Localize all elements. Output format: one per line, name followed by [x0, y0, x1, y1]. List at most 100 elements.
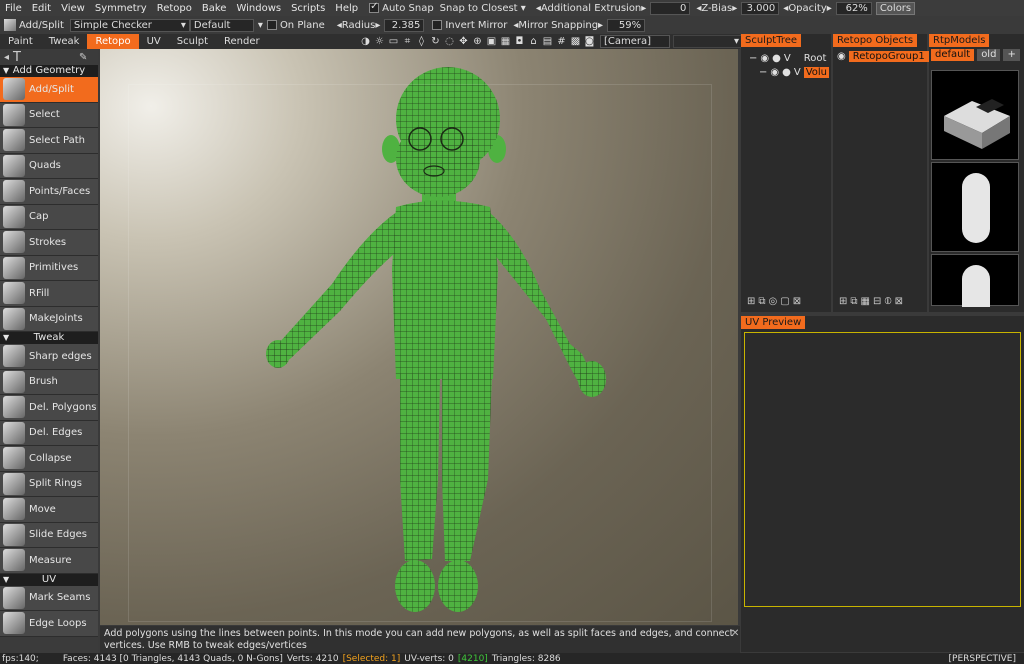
- tool-add_geometry-0[interactable]: Add/Split: [0, 77, 98, 103]
- menu-retopo[interactable]: Retopo: [152, 3, 197, 14]
- tab-sculpt[interactable]: Sculpt: [169, 34, 216, 49]
- menu-symmetry[interactable]: Symmetry: [90, 3, 152, 14]
- delete-icon[interactable]: ⊠: [793, 296, 801, 307]
- merge-icon[interactable]: ⊟: [873, 296, 881, 307]
- home-icon[interactable]: ⌂: [528, 36, 539, 47]
- tool-tweak-3[interactable]: Del. Edges: [0, 420, 98, 446]
- collapse-icon[interactable]: −: [749, 53, 757, 64]
- zoom-icon[interactable]: ⊕: [472, 36, 483, 47]
- tool-add_geometry-3[interactable]: Quads: [0, 153, 98, 179]
- eye-icon[interactable]: ◉: [770, 67, 779, 78]
- sphere-icon[interactable]: ◎: [769, 296, 778, 307]
- opacity-input[interactable]: 62%: [835, 1, 872, 15]
- v-icon[interactable]: V: [794, 67, 801, 78]
- grid-icon[interactable]: ▦: [500, 36, 511, 47]
- pan-icon[interactable]: ✥: [458, 36, 469, 47]
- colors-button[interactable]: Colors: [875, 1, 916, 15]
- tool-add_geometry-9[interactable]: MakeJoints: [0, 306, 98, 332]
- symmetry-icon[interactable]: ⦶: [884, 296, 891, 307]
- add-icon[interactable]: ⊞: [747, 296, 755, 307]
- drop-icon[interactable]: ◊: [416, 36, 427, 47]
- auto-snap-checkbox[interactable]: [369, 1, 380, 13]
- tool-add_geometry-7[interactable]: Primitives: [0, 255, 98, 281]
- rotate-icon[interactable]: ↻: [430, 36, 441, 47]
- uv-preview-canvas[interactable]: [744, 332, 1021, 607]
- delete-icon[interactable]: ⊠: [895, 296, 903, 307]
- tool-tweak-4[interactable]: Collapse: [0, 446, 98, 472]
- dot-icon[interactable]: ●: [782, 67, 791, 78]
- sculpt-tree-title[interactable]: SculptTree: [741, 34, 802, 47]
- model-thumb-block[interactable]: [931, 70, 1019, 160]
- uv-preview-title[interactable]: UV Preview: [741, 316, 806, 329]
- orbit-icon[interactable]: ◌: [444, 36, 455, 47]
- tool-tweak-2[interactable]: Del. Polygons: [0, 395, 98, 421]
- tool-tweak-0[interactable]: Sharp edges: [0, 344, 98, 370]
- menu-file[interactable]: File: [0, 3, 27, 14]
- close-icon[interactable]: ✕: [731, 628, 739, 639]
- menu-scripts[interactable]: Scripts: [286, 3, 330, 14]
- model-thumb-capsule[interactable]: [931, 162, 1019, 252]
- shading-icon[interactable]: ◑: [360, 36, 371, 47]
- text-tool-icon[interactable]: T: [13, 50, 21, 65]
- preset-dropdown-arrow[interactable]: ▾: [258, 20, 263, 31]
- menu-bake[interactable]: Bake: [197, 3, 232, 14]
- section-add-geometry[interactable]: ▼ Add Geometry: [0, 65, 98, 77]
- model-thumb-capsule-2[interactable]: [931, 254, 1019, 325]
- menu-help[interactable]: Help: [330, 3, 363, 14]
- tool-uv-0[interactable]: Mark Seams: [0, 585, 98, 611]
- frame-icon[interactable]: ▭: [388, 36, 399, 47]
- eye-icon[interactable]: ◉: [837, 51, 846, 62]
- eye-icon[interactable]: ◉: [760, 53, 769, 64]
- camera-dropdown[interactable]: [Camera]: [600, 35, 670, 48]
- on-plane-checkbox[interactable]: [266, 20, 277, 30]
- tool-tweak-8[interactable]: Measure: [0, 548, 98, 574]
- copy-icon[interactable]: ⧉: [850, 296, 857, 307]
- fit-icon[interactable]: ▣: [486, 36, 497, 47]
- dot-icon[interactable]: ●: [772, 53, 781, 64]
- chevron-right-icon[interactable]: ▸: [641, 3, 646, 14]
- snapshot-icon[interactable]: ◙: [584, 36, 595, 47]
- tab-retopo[interactable]: Retopo: [87, 34, 139, 49]
- rtp-tab-default[interactable]: default: [931, 49, 975, 61]
- section-tweak[interactable]: ▼ Tweak: [0, 332, 98, 344]
- zbias-input[interactable]: 3.000: [741, 1, 780, 15]
- mesh-icon[interactable]: #: [556, 36, 567, 47]
- menu-windows[interactable]: Windows: [231, 3, 286, 14]
- cube-icon[interactable]: ▤: [542, 36, 553, 47]
- add-icon[interactable]: ⊞: [839, 296, 847, 307]
- tool-tweak-1[interactable]: Brush: [0, 369, 98, 395]
- copy-icon[interactable]: ⧉: [758, 296, 765, 307]
- additional-extrusion-input[interactable]: 0: [650, 1, 691, 15]
- preset-dropdown[interactable]: Default: [189, 18, 254, 32]
- tree-row-volume[interactable]: − ◉ ● V Volu: [741, 67, 831, 78]
- image-icon[interactable]: ▩: [570, 36, 581, 47]
- menu-edit[interactable]: Edit: [27, 3, 56, 14]
- invert-mirror-checkbox[interactable]: [432, 20, 443, 30]
- material-dropdown[interactable]: Simple Checker ▾: [69, 18, 190, 32]
- rtp-models-title[interactable]: RtpModels: [929, 34, 990, 47]
- grid-icon[interactable]: ▦: [861, 296, 870, 307]
- tab-uv[interactable]: UV: [139, 34, 169, 49]
- mirror-snapping-input[interactable]: 59%: [607, 18, 646, 32]
- light-icon[interactable]: ☼: [374, 36, 385, 47]
- tab-paint[interactable]: Paint: [0, 34, 41, 49]
- camera-dropdown-arrow[interactable]: ▾: [673, 35, 743, 48]
- tree-row-root[interactable]: − ◉ ● V Root: [741, 53, 831, 64]
- tool-tweak-5[interactable]: Split Rings: [0, 471, 98, 497]
- tool-add_geometry-8[interactable]: RFill: [0, 281, 98, 307]
- tool-tweak-6[interactable]: Move: [0, 497, 98, 523]
- tool-add_geometry-1[interactable]: Select: [0, 102, 98, 128]
- tool-add_geometry-4[interactable]: Points/Faces: [0, 179, 98, 205]
- chevron-left-icon[interactable]: ◂: [4, 52, 9, 63]
- collapse-icon[interactable]: −: [759, 67, 767, 78]
- tab-render[interactable]: Render: [216, 34, 268, 49]
- tool-add_geometry-6[interactable]: Strokes: [0, 230, 98, 256]
- tool-uv-1[interactable]: Edge Loops: [0, 611, 98, 637]
- tab-tweak[interactable]: Tweak: [41, 34, 88, 49]
- crop-icon[interactable]: ⌗: [402, 36, 413, 47]
- retopo-group-row[interactable]: ◉ RetopoGroup1: [833, 51, 929, 62]
- v-icon[interactable]: V: [784, 53, 791, 64]
- layer-icon[interactable]: ▢: [780, 296, 789, 307]
- section-uv[interactable]: ▼ UV: [0, 573, 98, 586]
- retopo-objects-title[interactable]: Retopo Objects: [833, 34, 918, 47]
